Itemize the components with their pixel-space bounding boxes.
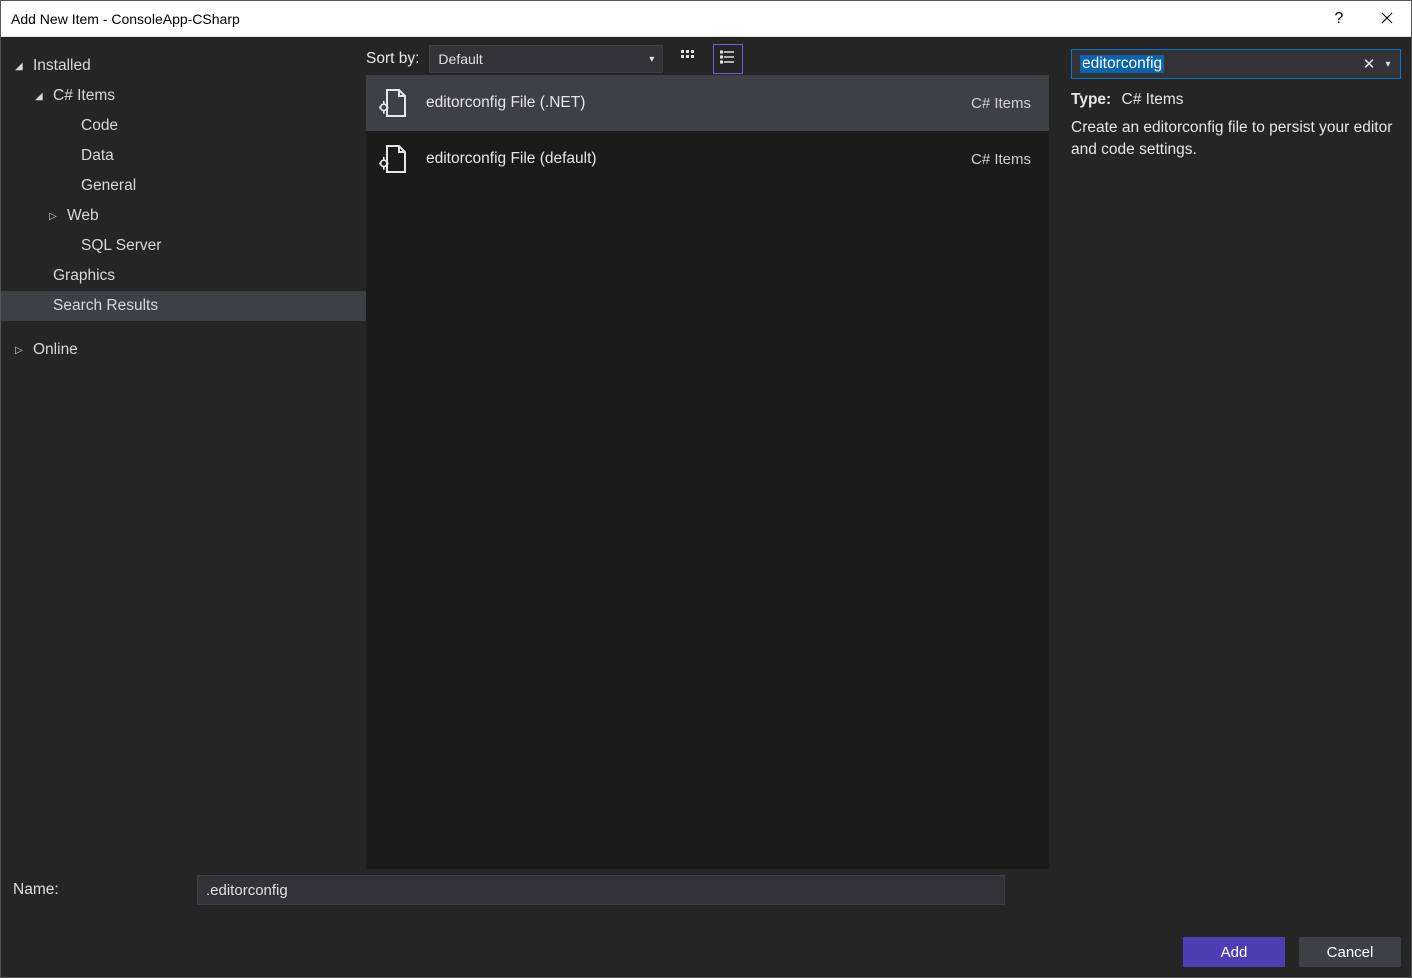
template-name: editorconfig File (.NET) — [426, 94, 961, 112]
type-label: Type: — [1071, 91, 1111, 108]
tree-label: Installed — [33, 57, 91, 75]
tree-label: Search Results — [53, 297, 158, 315]
tree-label: General — [81, 177, 136, 195]
add-button-label: Add — [1221, 944, 1248, 961]
expand-collapsed-icon: ◢ — [15, 61, 27, 72]
button-row: Add Cancel — [13, 937, 1401, 967]
name-label: Name: — [13, 881, 183, 899]
category-tree: ◢ Installed ◢ C# Items Code Data General… — [1, 37, 366, 869]
close-button[interactable] — [1363, 1, 1411, 37]
main-area: ◢ Installed ◢ C# Items Code Data General… — [1, 37, 1411, 869]
close-icon — [1381, 11, 1393, 27]
editorconfig-file-icon — [376, 142, 410, 176]
chevron-down-icon: ▾ — [649, 54, 654, 65]
view-grid-button[interactable] — [673, 44, 703, 74]
view-list-button[interactable] — [713, 44, 743, 74]
tree-label: Graphics — [53, 267, 115, 285]
sort-by-value: Default — [438, 51, 482, 67]
name-input[interactable] — [197, 875, 1005, 905]
tree-general[interactable]: General — [1, 171, 366, 201]
sort-by-select[interactable]: Default ▾ — [429, 45, 663, 73]
footer: Name: Add Cancel — [1, 869, 1411, 977]
dialog-window: Add New Item - ConsoleApp-CSharp ? ◢ Ins… — [0, 0, 1412, 978]
tree-sqlserver[interactable]: SQL Server — [1, 231, 366, 261]
template-category: C# Items — [971, 151, 1031, 168]
toolbar: Sort by: Default ▾ — [366, 37, 1059, 75]
template-item[interactable]: editorconfig File (.NET) C# Items — [366, 75, 1049, 131]
titlebar: Add New Item - ConsoleApp-CSharp ? — [1, 1, 1411, 37]
tree-label: Online — [33, 341, 78, 359]
tree-label: Code — [81, 117, 118, 135]
help-icon: ? — [1335, 10, 1344, 28]
list-icon — [720, 49, 736, 70]
cancel-button-label: Cancel — [1327, 944, 1374, 961]
tree-installed[interactable]: ◢ Installed — [1, 51, 366, 81]
expand-icon: ▷ — [49, 211, 61, 222]
type-value: C# Items — [1122, 91, 1184, 108]
clear-search-button[interactable]: ✕ — [1358, 55, 1380, 73]
center-panel: Sort by: Default ▾ — [366, 37, 1059, 869]
cancel-button[interactable]: Cancel — [1299, 937, 1401, 967]
add-button[interactable]: Add — [1183, 937, 1285, 967]
name-row: Name: — [13, 875, 1401, 905]
search-value: editorconfig — [1080, 55, 1164, 73]
tree-label: SQL Server — [81, 237, 161, 255]
template-item[interactable]: editorconfig File (default) C# Items — [366, 131, 1049, 187]
template-name: editorconfig File (default) — [426, 150, 961, 168]
expand-icon: ▷ — [15, 345, 27, 356]
grid-icon — [680, 49, 696, 70]
expand-collapsed-icon: ◢ — [35, 91, 47, 102]
tree-label: C# Items — [53, 87, 115, 105]
search-input[interactable]: editorconfig ✕ ▾ — [1071, 49, 1401, 79]
info-panel: editorconfig ✕ ▾ Type: C# Items Create a… — [1059, 37, 1411, 869]
template-category: C# Items — [971, 95, 1031, 112]
help-button[interactable]: ? — [1315, 1, 1363, 37]
tree-online[interactable]: ▷ Online — [1, 335, 366, 365]
tree-code[interactable]: Code — [1, 111, 366, 141]
search-dropdown-button[interactable]: ▾ — [1380, 59, 1396, 70]
template-list: editorconfig File (.NET) C# Items editor… — [366, 75, 1049, 869]
tree-label: Data — [81, 147, 114, 165]
template-description: Create an editorconfig file to persist y… — [1071, 117, 1401, 162]
tree-web[interactable]: ▷ Web — [1, 201, 366, 231]
tree-graphics[interactable]: Graphics — [1, 261, 366, 291]
sort-by-label: Sort by: — [366, 50, 419, 68]
tree-label: Web — [67, 207, 99, 225]
tree-search-results[interactable]: Search Results — [1, 291, 366, 321]
dialog-body: ◢ Installed ◢ C# Items Code Data General… — [1, 37, 1411, 977]
window-title: Add New Item - ConsoleApp-CSharp — [11, 11, 240, 27]
type-row: Type: C# Items — [1071, 91, 1401, 109]
tree-data[interactable]: Data — [1, 141, 366, 171]
editorconfig-file-icon — [376, 86, 410, 120]
tree-csharp-items[interactable]: ◢ C# Items — [1, 81, 366, 111]
